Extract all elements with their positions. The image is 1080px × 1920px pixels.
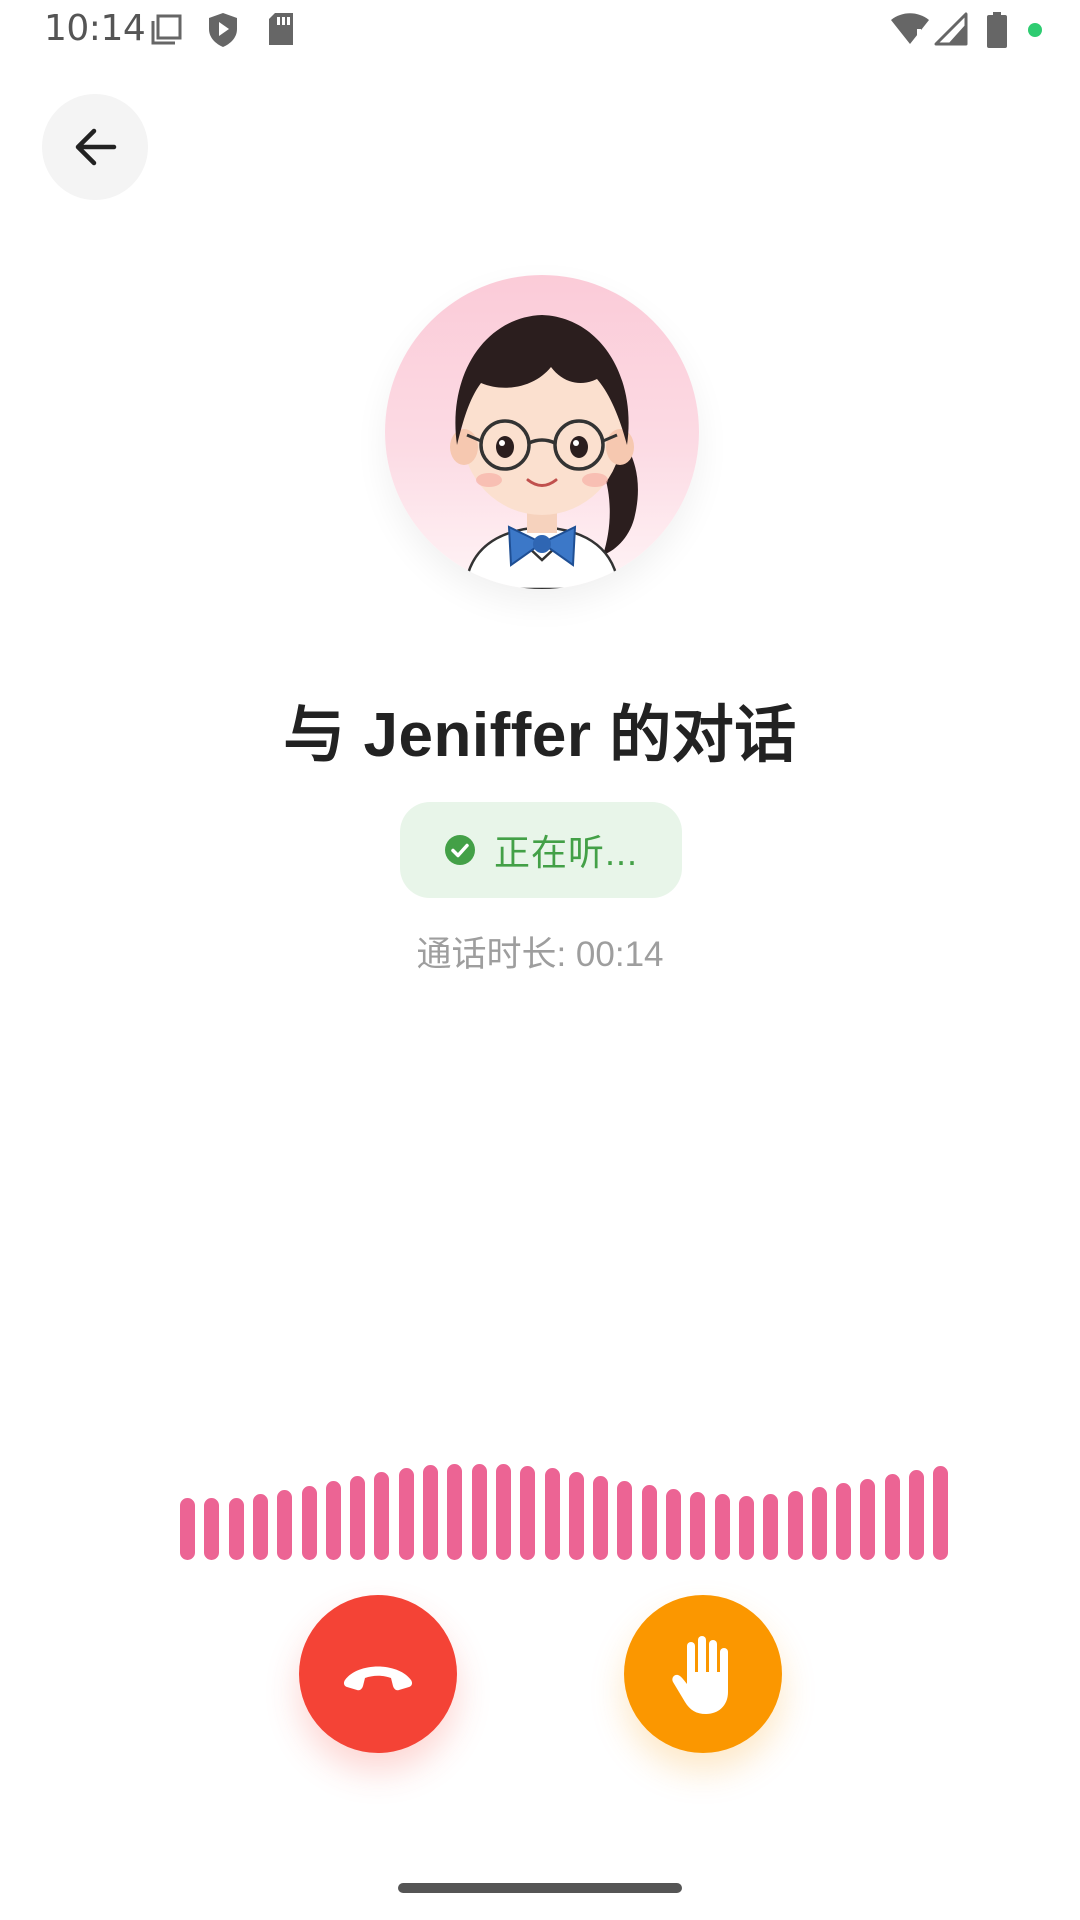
hand-icon xyxy=(672,1636,728,1714)
status-text: 正在听... xyxy=(493,832,638,873)
waveform-bar xyxy=(836,1483,852,1560)
waveform-bar xyxy=(860,1479,876,1560)
hangup-button[interactable] xyxy=(299,1595,457,1753)
waveform-bar xyxy=(301,1486,317,1560)
waveform-bar xyxy=(374,1472,390,1560)
waveform-bar xyxy=(787,1491,803,1560)
waveform-bar xyxy=(350,1476,366,1560)
waveform-bar xyxy=(252,1494,268,1560)
waveform-bar xyxy=(398,1468,414,1560)
waveform-bar xyxy=(933,1466,949,1560)
waveform-bar xyxy=(884,1474,900,1560)
audio-waveform xyxy=(180,1460,949,1560)
shield-play-icon xyxy=(209,13,237,47)
waveform-bar xyxy=(180,1498,195,1560)
status-time: 10:14 xyxy=(44,8,146,49)
wifi-alert-icon xyxy=(891,13,929,46)
raise-hand-button[interactable] xyxy=(624,1595,782,1753)
waveform-bar xyxy=(228,1498,244,1560)
waveform-bar xyxy=(423,1465,438,1560)
home-indicator[interactable] xyxy=(398,1883,682,1893)
avatar-illustration xyxy=(450,315,638,589)
notification-dot xyxy=(1028,23,1042,37)
waveform-bar xyxy=(520,1466,536,1560)
waveform-bar xyxy=(495,1464,511,1560)
waveform-bar xyxy=(763,1494,779,1560)
waveform-bar xyxy=(277,1490,293,1560)
status-badge: 正在听... xyxy=(400,802,682,898)
waveform-bar xyxy=(811,1487,827,1560)
waveform-bar xyxy=(471,1464,487,1560)
waveform-bar xyxy=(447,1464,463,1560)
sd-card-icon xyxy=(269,13,293,45)
waveform-bar xyxy=(738,1496,754,1560)
waveform-bar xyxy=(909,1470,924,1560)
status-bar: 10:14 xyxy=(0,0,1080,64)
signal-icon xyxy=(934,12,968,46)
waveform-bar xyxy=(544,1468,560,1560)
arrow-left-icon xyxy=(75,128,117,166)
battery-icon xyxy=(987,12,1007,48)
phone-hangup-icon xyxy=(343,1666,413,1691)
waveform-bar xyxy=(593,1476,609,1560)
waveform-bar xyxy=(617,1481,633,1560)
conversation-title: 与 Jeniffer 的对话 xyxy=(283,701,797,770)
waveform-bar xyxy=(641,1485,657,1560)
avatar xyxy=(385,275,699,589)
waveform-bar xyxy=(568,1472,584,1560)
waveform-bar xyxy=(325,1481,341,1560)
back-button[interactable] xyxy=(42,94,148,200)
check-circle-icon xyxy=(444,835,475,865)
waveform-bar xyxy=(666,1489,681,1560)
waveform-bar xyxy=(204,1498,220,1560)
waveform-bar xyxy=(714,1494,730,1560)
waveform-bar xyxy=(690,1492,706,1560)
call-duration: 通话时长: 00:14 xyxy=(416,935,664,974)
screenshot-icon xyxy=(151,14,182,45)
